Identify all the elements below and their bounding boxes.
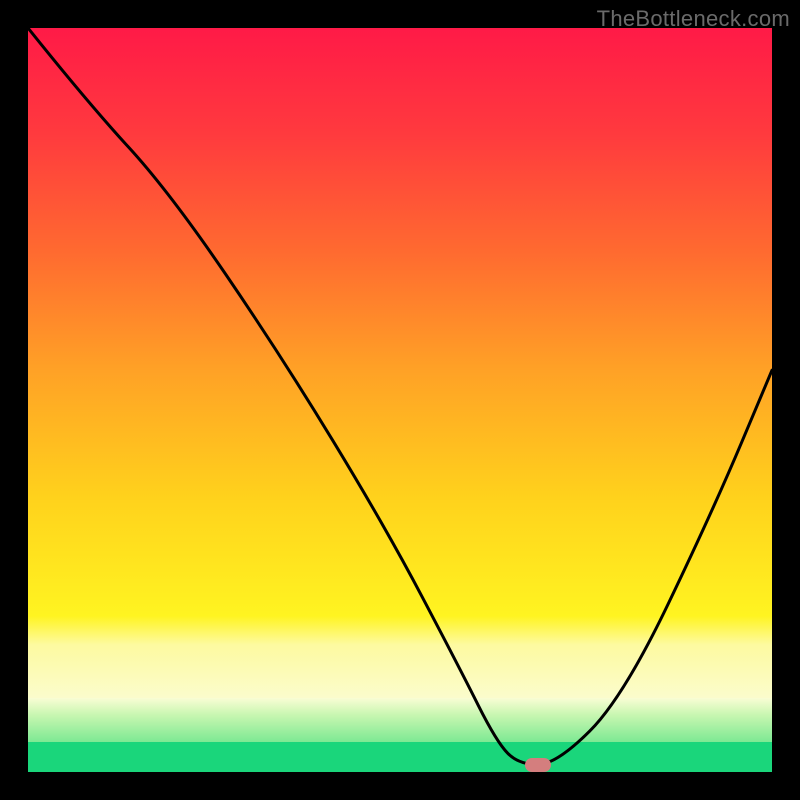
chart-frame: TheBottleneck.com (0, 0, 800, 800)
bottleneck-curve (28, 28, 772, 772)
watermark-label: TheBottleneck.com (597, 6, 790, 32)
plot-area (28, 28, 772, 772)
optimal-point-marker (525, 758, 551, 772)
